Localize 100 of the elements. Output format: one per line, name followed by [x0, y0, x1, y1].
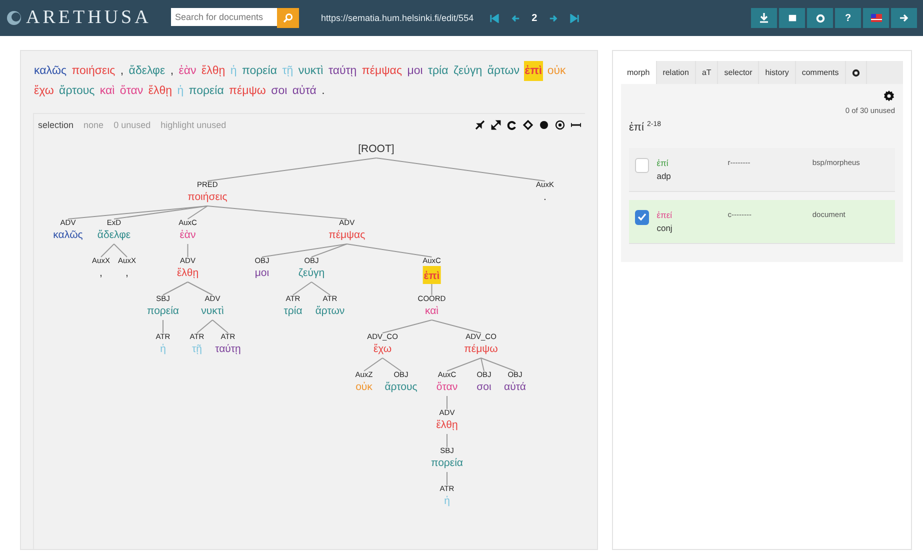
tree-edge	[292, 282, 312, 296]
logo-icon	[6, 10, 22, 26]
tree-word[interactable]: ἔλθῃ	[435, 418, 459, 433]
flag-button[interactable]	[863, 8, 889, 28]
sentence-token[interactable]: ἔχω	[33, 85, 55, 97]
app-logo[interactable]: ARETHUSA	[26, 7, 152, 29]
tree-word[interactable]: πέμψας	[328, 228, 366, 243]
dot-icon[interactable]	[539, 120, 549, 130]
sentence-token[interactable]: τρία	[426, 65, 450, 77]
tree-word[interactable]: πορεία	[430, 456, 464, 471]
tree-edge	[311, 282, 330, 296]
selection-label: selection	[38, 120, 74, 130]
compress-icon[interactable]	[475, 120, 485, 130]
search-icon	[283, 13, 293, 23]
selected-word-heading: ἐπί $^{2-18}$	[629, 121, 662, 134]
tree-word[interactable]: καὶ	[424, 304, 440, 319]
sentence-token[interactable]: ἄρτων	[486, 65, 520, 77]
tree-word[interactable]: ἄρτων	[314, 304, 346, 319]
tree-edge	[162, 320, 164, 334]
sentence-token[interactable]: πέμψας	[360, 65, 403, 77]
checkbox[interactable]	[635, 210, 649, 225]
settings-icon[interactable]	[883, 90, 895, 102]
tree-edge	[382, 320, 432, 334]
sentence-token[interactable]: καλῶς	[33, 65, 68, 77]
tree-word[interactable]: σοι	[476, 380, 492, 395]
sentence-token[interactable]: πορεία	[240, 65, 278, 77]
tree-edge	[100, 244, 114, 258]
sentence-token[interactable]: ἄρτους	[58, 85, 96, 97]
tree-word[interactable]: ἔχω	[372, 342, 393, 357]
sentence-token[interactable]: .	[320, 85, 326, 97]
help-button[interactable]: ?	[835, 8, 861, 28]
next-page-icon[interactable]	[549, 14, 558, 22]
tree-word[interactable]: καλῶς	[52, 228, 84, 243]
page-number: 2	[532, 12, 538, 24]
tree-word[interactable]: πορεία	[146, 304, 180, 319]
sentence-token[interactable]: ἐὰν	[178, 65, 198, 77]
refresh-icon[interactable]	[507, 120, 517, 130]
tree-word[interactable]: .	[542, 190, 548, 205]
sentence-token[interactable]: πορεία	[188, 85, 225, 97]
check-icon	[636, 212, 647, 222]
tree-edge	[114, 244, 128, 258]
tree-word[interactable]: ἐὰν	[178, 228, 197, 243]
expand-icon[interactable]	[491, 120, 501, 130]
first-page-icon[interactable]	[490, 14, 499, 22]
tree-edge	[431, 320, 482, 334]
checkbox[interactable]	[635, 158, 649, 173]
tree-word[interactable]: νυκτὶ	[200, 304, 225, 319]
tree-edge	[187, 282, 213, 296]
sentence-token[interactable]: ἔλθῃ	[147, 85, 173, 97]
tree-word[interactable]: ταύτῃ	[214, 342, 242, 357]
tree-word[interactable]: ζεύγη	[297, 266, 326, 281]
lemma-form: ἐπί	[656, 158, 670, 168]
tree-word[interactable]: ἄρτους	[384, 380, 418, 395]
tree-word[interactable]: ἔλθῃ	[176, 266, 200, 281]
sentence-token[interactable]: αὐτά	[291, 85, 318, 97]
tree-word[interactable]: ὅταν	[435, 380, 459, 395]
panel-tab[interactable]: morph	[621, 61, 657, 84]
sentence-token[interactable]: ἄδελφε	[128, 65, 166, 77]
tree-edge	[446, 396, 448, 410]
logout-button[interactable]	[891, 8, 917, 28]
target-icon[interactable]	[555, 120, 565, 130]
sentence-token[interactable]: ταύτῃ	[327, 65, 358, 77]
sentence-token[interactable]: ποιήσεις	[70, 65, 116, 77]
diamond-icon[interactable]	[523, 120, 533, 130]
tree-word[interactable]: ἄδελφε	[96, 228, 132, 243]
tree-word[interactable]: μοι	[254, 266, 270, 281]
tree-word[interactable]: ποιήσεις	[186, 190, 228, 205]
sentence-token[interactable]: πέμψω	[228, 85, 267, 97]
tree-word[interactable]: τρία	[282, 304, 304, 319]
search-field[interactable]: Search for documents	[171, 8, 277, 26]
arrow-right-icon	[899, 13, 909, 23]
tree-edge	[187, 244, 188, 258]
document-url: https://sematia.hum.helsinki.fi/edit/554	[321, 13, 474, 23]
tree-word[interactable]: αὐτά	[503, 380, 527, 395]
ring-icon	[852, 68, 860, 76]
dash-icon[interactable]	[571, 120, 581, 130]
tree-word[interactable]: ,	[124, 266, 130, 281]
download-button[interactable]	[751, 8, 777, 28]
last-page-icon[interactable]	[570, 14, 580, 22]
ring-icon	[816, 14, 824, 22]
tree-word[interactable]: [ROOT]	[357, 142, 396, 157]
sentence-token[interactable]: ,	[169, 65, 175, 77]
sentence-token[interactable]: νυκτὶ	[297, 65, 324, 77]
lemma-form: ἐπεί	[656, 210, 674, 220]
sentence-token[interactable]: ἔλθῃ	[200, 65, 226, 77]
sentence-token[interactable]: καὶ	[98, 85, 116, 97]
comment-button[interactable]	[779, 8, 805, 28]
sentence-token[interactable]: σοι	[270, 85, 288, 97]
tree-edge	[162, 282, 188, 296]
settings-button[interactable]	[807, 8, 833, 28]
sentence-token[interactable]: ζεύγη	[452, 65, 484, 77]
tree-word[interactable]: ,	[98, 266, 104, 281]
previous-page-icon[interactable]	[510, 14, 520, 22]
sentence-token[interactable]: ὅταν	[118, 85, 144, 97]
tree-edge	[446, 472, 448, 486]
sentence-token[interactable]: ,	[119, 65, 125, 77]
tree-edge	[431, 282, 432, 296]
flag-icon	[870, 14, 882, 22]
tree-word[interactable]: πέμψω	[463, 342, 499, 357]
sentence-token[interactable]: μοι	[406, 65, 424, 77]
